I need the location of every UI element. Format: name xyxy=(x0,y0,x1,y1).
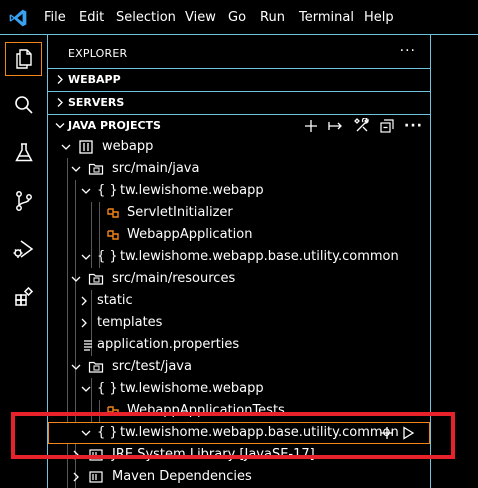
collapse-all-icon[interactable] xyxy=(380,119,394,133)
package-braces-icon: { } xyxy=(97,249,118,264)
link-arrow-icon[interactable] xyxy=(328,119,344,133)
chevron-right-icon xyxy=(57,75,63,84)
add-icon[interactable] xyxy=(304,119,318,133)
tree-item-package-focused[interactable]: { } tw.lewishome.webapp.base.utility.com… xyxy=(48,422,430,444)
chevron-right-icon xyxy=(81,296,87,306)
chevron-right-icon xyxy=(81,318,87,328)
chevron-down-icon xyxy=(81,430,91,436)
run-icon[interactable] xyxy=(401,426,415,440)
chevron-down-icon xyxy=(81,188,91,194)
chevron-down-icon xyxy=(81,254,91,260)
package-braces-icon: { } xyxy=(97,425,118,440)
library-icon xyxy=(89,471,103,483)
vscode-logo-icon xyxy=(9,9,27,27)
activity-bar xyxy=(0,35,48,488)
menu-edit[interactable]: Edit xyxy=(79,10,104,25)
tree-item-library[interactable]: JRE System Library [JavaSE-17] xyxy=(48,444,430,466)
build-tools-icon[interactable] xyxy=(354,118,370,134)
package-folder-icon xyxy=(88,361,104,373)
package-braces-icon: { } xyxy=(97,183,118,198)
side-bar: EXPLORER ··· WEBAPP SERVERS JAVA PROJECT… xyxy=(48,35,478,488)
sidebar-border xyxy=(430,35,431,488)
chevron-down-icon xyxy=(55,123,65,129)
tree-item-label: application.properties xyxy=(97,337,240,352)
project-icon xyxy=(79,140,93,154)
tree-item-folder[interactable]: static xyxy=(48,290,430,312)
section-webapp[interactable]: WEBAPP xyxy=(48,68,430,90)
explorer-title: EXPLORER xyxy=(68,47,128,60)
tree-item-resource-folder[interactable]: src/main/resources xyxy=(48,268,430,290)
tree-item-package[interactable]: { } tw.lewishome.webapp xyxy=(48,180,430,202)
section-servers[interactable]: SERVERS xyxy=(48,91,430,113)
tree-item-label: Maven Dependencies xyxy=(112,469,252,484)
section-label: SERVERS xyxy=(68,96,125,109)
tree-item-label: tw.lewishome.webapp xyxy=(120,381,264,396)
tree-item-file[interactable]: application.properties xyxy=(48,334,430,356)
tree-item-source-folder[interactable]: src/test/java xyxy=(48,356,430,378)
tree-item-class[interactable]: ServletInitializer xyxy=(48,202,430,224)
tree-item-label: tw.lewishome.webapp.base.utility.common xyxy=(120,249,399,264)
tree-item-label: src/test/java xyxy=(112,359,192,374)
menu-go[interactable]: Go xyxy=(228,10,246,25)
section-label: JAVA PROJECTS xyxy=(68,119,161,132)
menu-terminal[interactable]: Terminal xyxy=(299,10,354,25)
chevron-down-icon xyxy=(71,364,81,370)
new-class-icon[interactable] xyxy=(380,426,394,440)
tree-item-package[interactable]: { } tw.lewishome.webapp xyxy=(48,378,430,400)
chevron-down-icon xyxy=(71,276,81,282)
testing-icon[interactable] xyxy=(0,131,47,175)
chevron-right-icon xyxy=(73,472,79,482)
section-actions: ··· xyxy=(304,115,423,137)
source-control-icon[interactable] xyxy=(0,179,47,223)
chevron-right-icon xyxy=(73,450,79,460)
package-folder-icon xyxy=(88,163,104,175)
class-icon xyxy=(107,406,119,416)
tree-item-source-folder[interactable]: src/main/java xyxy=(48,158,430,180)
chevron-down-icon xyxy=(61,144,71,150)
menu-help[interactable]: Help xyxy=(364,10,394,25)
menu-view[interactable]: View xyxy=(185,10,216,25)
tree-item-label: ServletInitializer xyxy=(127,205,233,220)
tree-item-label: webapp xyxy=(102,139,154,154)
explorer-icon[interactable] xyxy=(0,37,47,81)
tree-item-label: JRE System Library [JavaSE-17] xyxy=(112,447,315,462)
section-java-projects[interactable]: JAVA PROJECTS ··· xyxy=(48,114,430,136)
extensions-icon[interactable] xyxy=(0,275,47,319)
tree-item-label: templates xyxy=(97,315,163,330)
tree-item-library[interactable]: Maven Dependencies xyxy=(48,466,430,488)
tree-item-package[interactable]: { } tw.lewishome.webapp.base.utility.com… xyxy=(48,246,430,268)
title-bar: File Edit Selection View Go Run Terminal… xyxy=(0,0,478,35)
package-folder-icon xyxy=(88,273,104,285)
search-icon[interactable] xyxy=(0,83,47,127)
class-icon xyxy=(107,230,119,240)
tree-item-label: tw.lewishome.webapp.base.utility.common xyxy=(120,425,399,440)
tree-item-folder[interactable]: templates xyxy=(48,312,430,334)
tree-item-label: WebappApplicationTests xyxy=(127,403,285,418)
more-actions-button[interactable]: ··· xyxy=(400,43,416,59)
package-braces-icon: { } xyxy=(97,381,118,396)
tree-item-label: src/main/java xyxy=(112,161,200,176)
tree-item-project[interactable]: webapp xyxy=(48,136,430,158)
chevron-down-icon xyxy=(71,166,81,172)
run-debug-icon[interactable] xyxy=(0,227,47,271)
tree-item-label: static xyxy=(97,293,133,308)
menu-selection[interactable]: Selection xyxy=(116,10,176,25)
library-icon xyxy=(89,449,103,461)
menu-run[interactable]: Run xyxy=(260,10,285,25)
section-label: WEBAPP xyxy=(68,73,121,86)
tree-item-class[interactable]: WebappApplicationTests xyxy=(48,400,430,422)
tree-item-class[interactable]: WebappApplication xyxy=(48,224,430,246)
chevron-down-icon xyxy=(81,386,91,392)
chevron-right-icon xyxy=(57,98,63,107)
tree-item-label: tw.lewishome.webapp xyxy=(120,183,264,198)
menu-file[interactable]: File xyxy=(44,10,66,25)
class-icon xyxy=(107,208,119,218)
file-lines-icon xyxy=(84,340,92,351)
more-actions-button[interactable]: ··· xyxy=(404,116,423,137)
tree-item-label: WebappApplication xyxy=(127,227,253,242)
tree-item-label: src/main/resources xyxy=(112,271,236,286)
